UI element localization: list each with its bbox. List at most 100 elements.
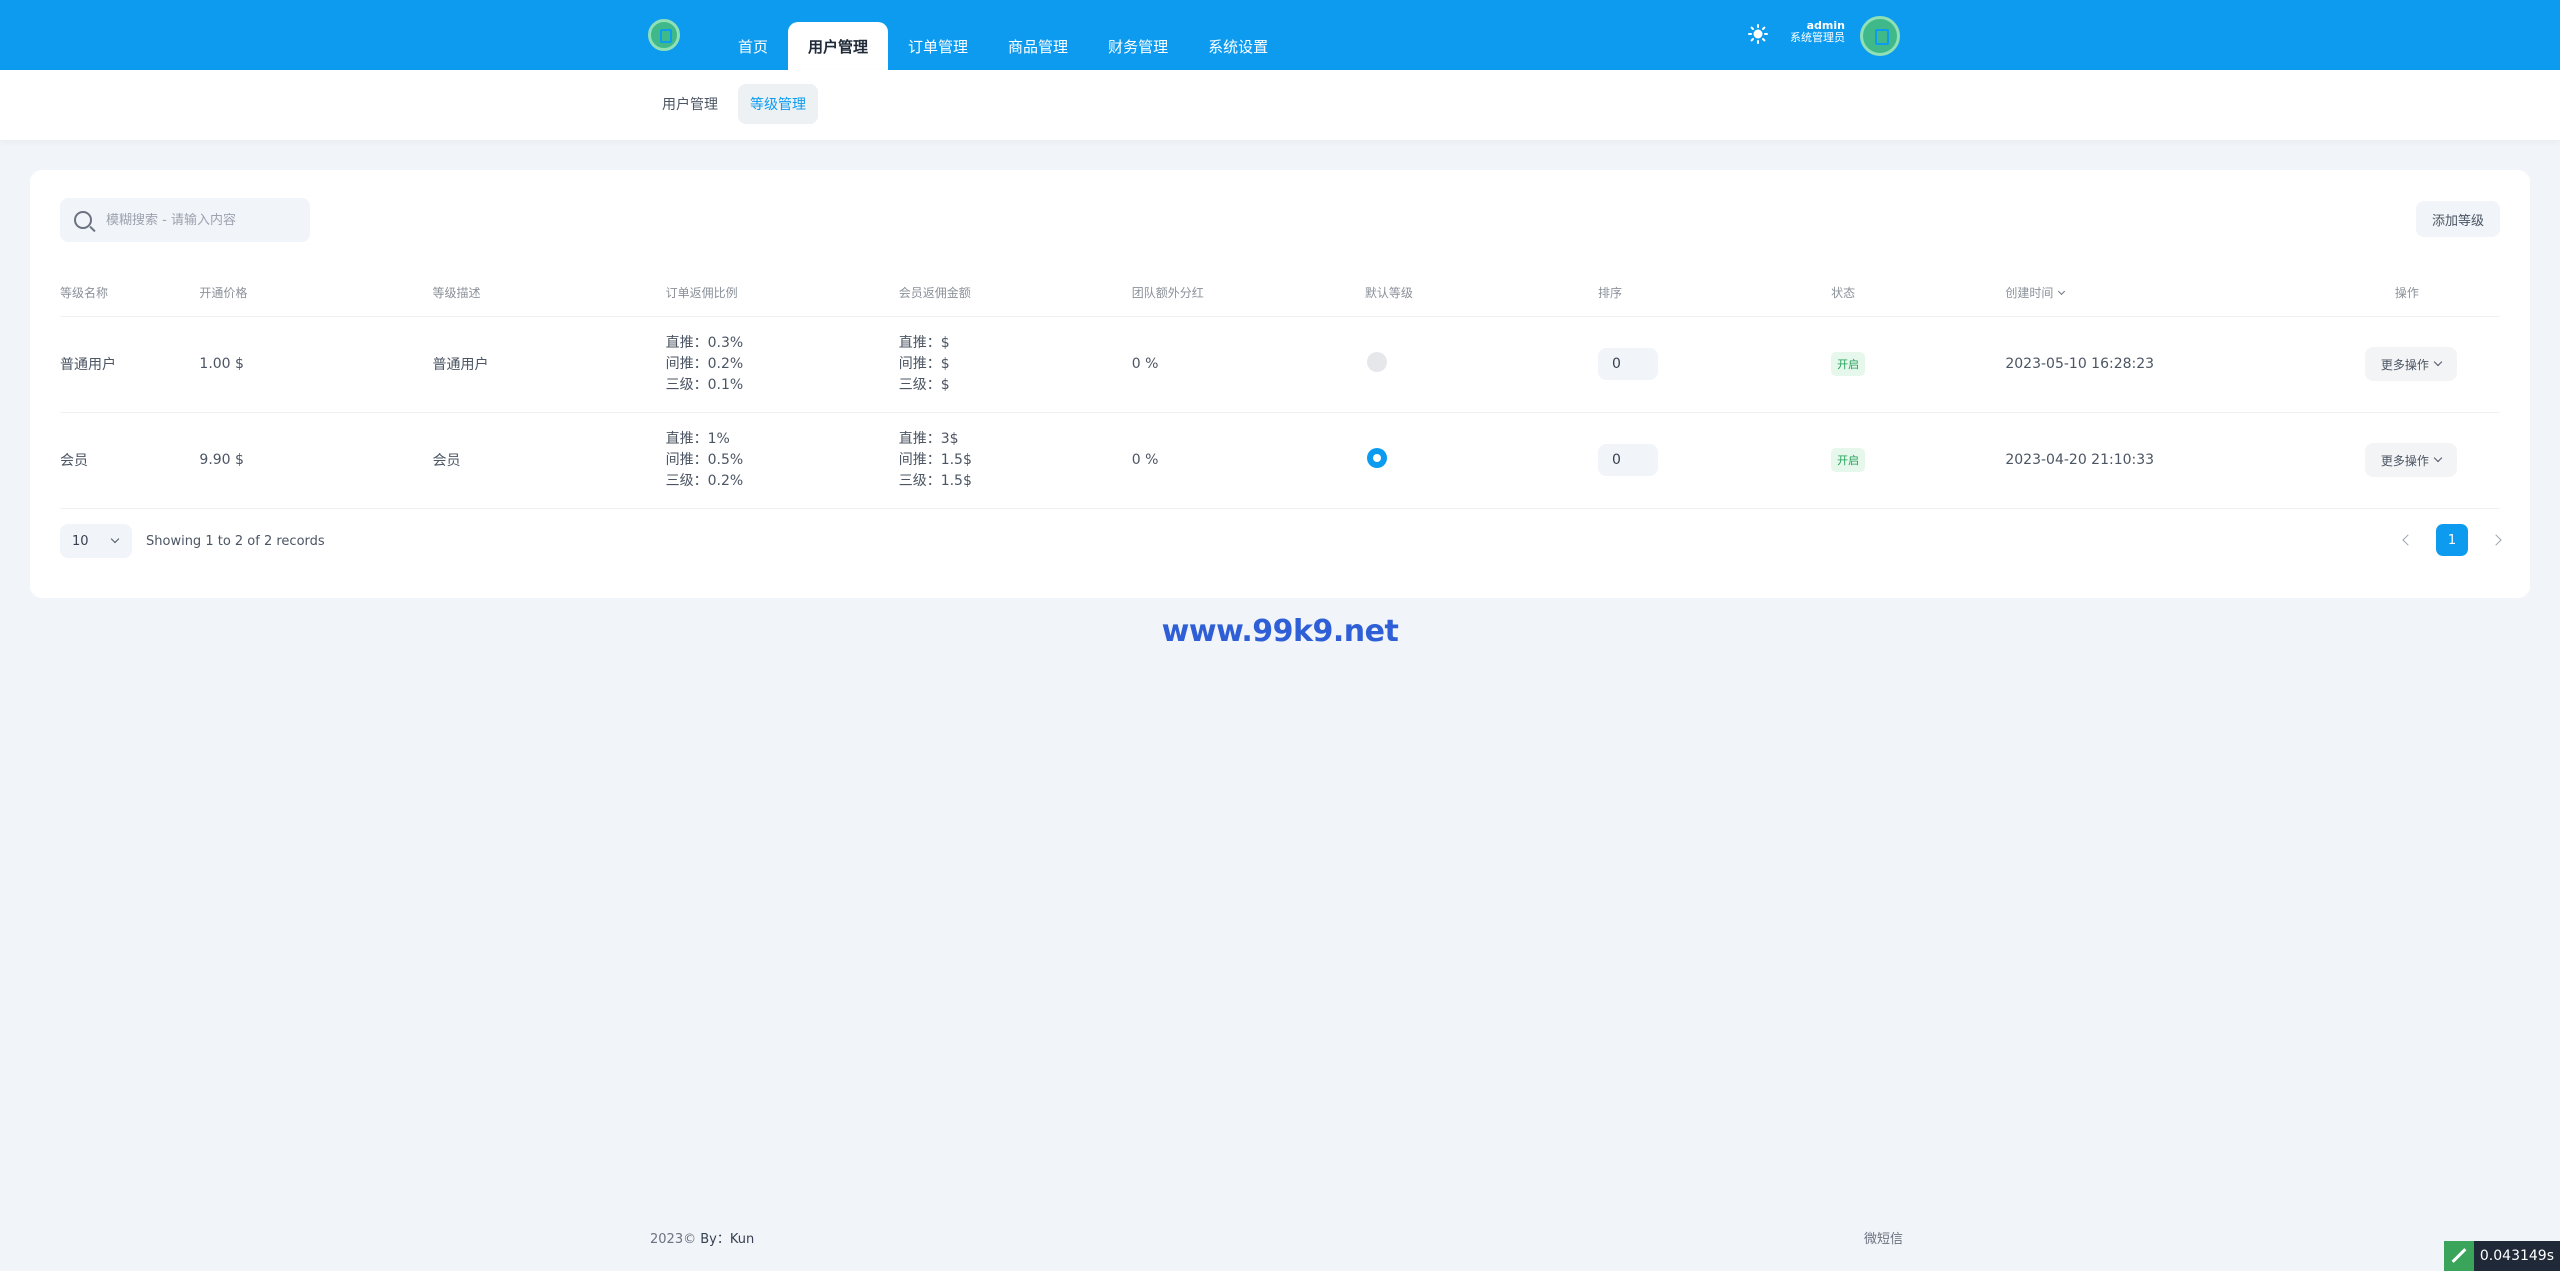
timer-value: 0.043149s	[2479, 1248, 2554, 1264]
user-role: 系统管理员	[1790, 31, 1845, 44]
logo-icon[interactable]	[648, 19, 680, 51]
column-header-label: 创建时间	[2005, 286, 2054, 301]
cell-description: 普通用户	[432, 316, 666, 413]
nav-item-product-management[interactable]: 商品管理	[988, 22, 1088, 70]
footer-right-link[interactable]: 微短信	[1864, 1228, 1903, 1247]
order-rate-direct: 直推：0.3%	[665, 334, 744, 351]
column-header: 开通价格	[199, 270, 433, 317]
author-text: By：Kun	[700, 1232, 755, 1247]
add-level-button[interactable]: 添加等级	[2415, 201, 2500, 237]
cell-actions: 更多操作	[2364, 316, 2500, 413]
search-input[interactable]	[106, 212, 296, 228]
column-header: 等级描述	[432, 270, 666, 317]
cell-member-amounts: 直推：3$ 间推：1.5$ 三级：1.5$	[898, 412, 1132, 509]
cell-default	[1364, 316, 1598, 413]
default-level-radio-selected[interactable]	[1366, 448, 1387, 468]
cell-level-name: 普通用户	[60, 316, 200, 413]
top-navbar: 首页 用户管理 订单管理 商品管理 财务管理 系统设置 admin 系统管理员	[0, 0, 2560, 70]
chevron-down-icon	[2433, 453, 2443, 463]
search-icon	[74, 211, 92, 229]
status-badge: 开启	[1831, 448, 1866, 472]
nav-item-home[interactable]: 首页	[718, 22, 788, 70]
chevron-down-icon	[2433, 357, 2443, 367]
column-header: 操作	[2364, 270, 2500, 317]
cell-price: 1.00 $	[199, 316, 433, 413]
search-box	[60, 198, 310, 242]
column-header: 状态	[1831, 270, 2006, 317]
cell-order-rates: 直推：1% 间推：0.5% 三级：0.2%	[665, 412, 899, 509]
order-rate-third: 三级：0.2%	[665, 472, 744, 489]
sort-input[interactable]	[1597, 444, 1658, 476]
order-rate-indirect: 间推：0.5%	[665, 451, 744, 468]
records-summary: Showing 1 to 2 of 2 records	[146, 533, 325, 549]
chevron-right-icon[interactable]	[2490, 534, 2502, 546]
nav-item-system-settings[interactable]: 系统设置	[1188, 22, 1288, 70]
nav-item-order-management[interactable]: 订单管理	[888, 22, 988, 70]
chevron-down-icon	[2058, 288, 2066, 296]
member-amount-indirect: 间推：1.5$	[898, 451, 972, 468]
more-actions-label: 更多操作	[2380, 453, 2429, 468]
status-badge: 开启	[1831, 352, 1866, 376]
column-header: 等级名称	[60, 270, 200, 317]
cell-sort	[1597, 412, 1832, 509]
member-amount-third: 三级：$	[898, 376, 950, 393]
cell-member-amounts: 直推：$ 间推：$ 三级：$	[898, 316, 1132, 413]
member-amount-indirect: 间推：$	[898, 355, 950, 372]
more-actions-label: 更多操作	[2380, 357, 2429, 372]
order-rate-direct: 直推：1%	[665, 430, 730, 447]
avatar[interactable]	[1860, 16, 1900, 56]
cell-description: 会员	[432, 412, 666, 509]
cell-team-bonus: 0 %	[1131, 412, 1365, 509]
column-header: 订单返佣比例	[665, 270, 899, 317]
cell-actions: 更多操作	[2364, 412, 2500, 509]
nav-item-finance-management[interactable]: 财务管理	[1088, 22, 1188, 70]
cell-status: 开启	[1831, 412, 2006, 509]
cell-order-rates: 直推：0.3% 间推：0.2% 三级：0.1%	[665, 316, 899, 413]
main-nav: 首页 用户管理 订单管理 商品管理 财务管理 系统设置	[718, 22, 1288, 70]
pagination-info: 10 Showing 1 to 2 of 2 records	[60, 524, 325, 558]
default-level-radio[interactable]	[1366, 352, 1387, 372]
sun-icon[interactable]	[1748, 24, 1768, 44]
subnav-item-level-management[interactable]: 等级管理	[738, 84, 818, 124]
level-table: 等级名称 开通价格 等级描述 订单返佣比例 会员返佣金额 团队额外分红 默认等级…	[60, 270, 2500, 509]
cell-price: 9.90 $	[199, 412, 433, 509]
column-header-created-sortable[interactable]: 创建时间	[2005, 270, 2365, 317]
level-table-card: 添加等级 等级名称 开通价格 等级描述 订单返佣比例 会员返佣金额 团队额外分红…	[30, 170, 2530, 598]
member-amount-third: 三级：1.5$	[898, 472, 972, 489]
cell-created: 2023-04-20 21:10:33	[2005, 412, 2365, 509]
subnav-item-user-management[interactable]: 用户管理	[650, 84, 730, 124]
column-header: 会员返佣金额	[898, 270, 1132, 317]
render-timer: 0.043149s	[2443, 1241, 2560, 1271]
cell-team-bonus: 0 %	[1131, 316, 1365, 413]
more-actions-button[interactable]: 更多操作	[2364, 347, 2457, 381]
cell-status: 开启	[1831, 316, 2006, 413]
cell-default	[1364, 412, 1598, 509]
table-row: 会员 9.90 $ 会员 直推：1% 间推：0.5% 三级：0.2% 直推：3$…	[60, 412, 2500, 509]
page-size-select[interactable]: 10	[60, 524, 132, 558]
page-size-value: 10	[72, 533, 89, 549]
pagination: 1	[2402, 524, 2502, 556]
cell-created: 2023-05-10 16:28:23	[2005, 316, 2365, 413]
watermark: www.99k9.net	[1161, 614, 1399, 649]
table-row: 普通用户 1.00 $ 普通用户 直推：0.3% 间推：0.2% 三级：0.1%…	[60, 316, 2500, 413]
member-amount-direct: 直推：$	[898, 334, 950, 351]
copyright-text: 2023©	[650, 1232, 697, 1247]
member-amount-direct: 直推：3$	[898, 430, 959, 447]
column-header: 排序	[1597, 270, 1832, 317]
timer-icon	[2443, 1241, 2474, 1271]
page-number-current[interactable]: 1	[2436, 524, 2468, 556]
table-header-row: 等级名称 开通价格 等级描述 订单返佣比例 会员返佣金额 团队额外分红 默认等级…	[60, 270, 2500, 317]
more-actions-button[interactable]: 更多操作	[2364, 443, 2457, 477]
order-rate-third: 三级：0.1%	[665, 376, 744, 393]
order-rate-indirect: 间推：0.2%	[665, 355, 744, 372]
column-header: 默认等级	[1364, 270, 1598, 317]
chevron-left-icon[interactable]	[2402, 534, 2414, 546]
sort-input[interactable]	[1597, 348, 1658, 380]
cell-sort	[1597, 316, 1832, 413]
nav-item-user-management[interactable]: 用户管理	[788, 22, 889, 70]
sub-navbar: 用户管理 等级管理	[0, 70, 2560, 140]
chevron-down-icon	[110, 534, 120, 544]
subnav: 用户管理 等级管理	[650, 84, 818, 124]
column-header: 团队额外分红	[1131, 270, 1365, 317]
user-info[interactable]: admin 系统管理员	[1790, 20, 1845, 44]
